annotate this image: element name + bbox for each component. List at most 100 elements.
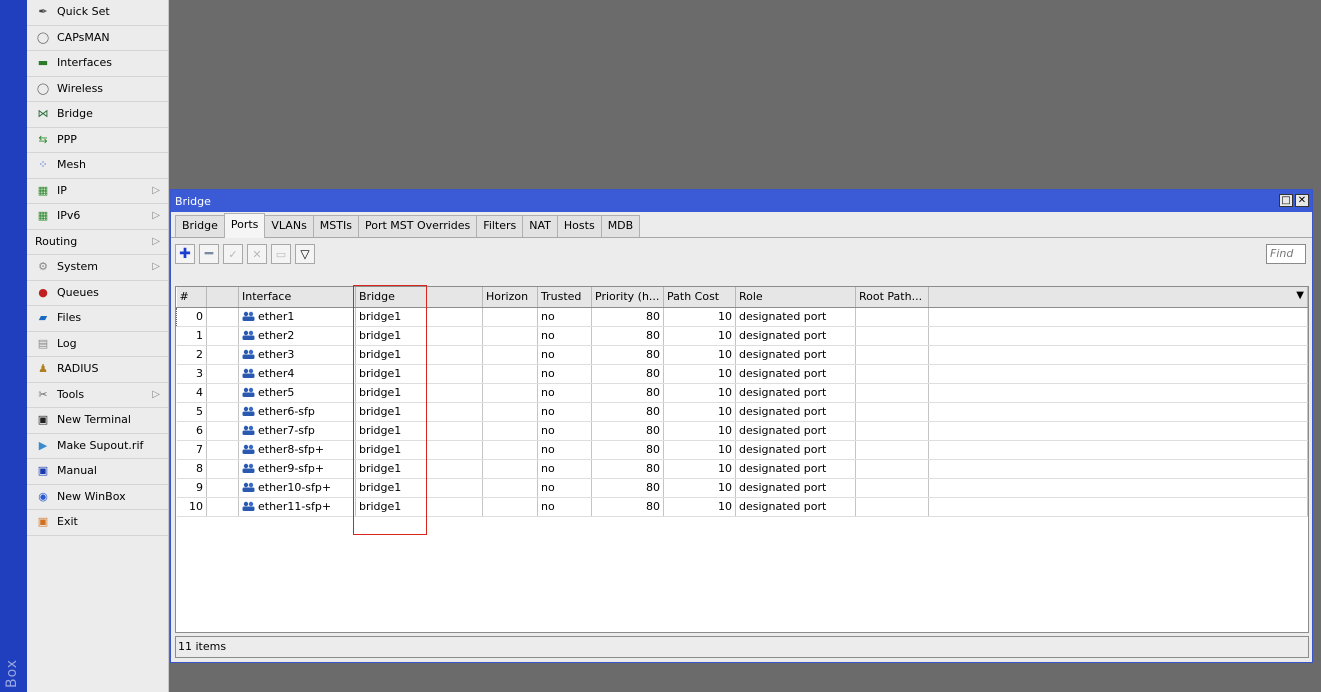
tab-ports[interactable]: Ports [223, 213, 266, 238]
sidebar-item-system[interactable]: ⚙ System ▷ [27, 255, 168, 281]
filter-button[interactable]: ▽ [295, 244, 315, 264]
cell-bridge: bridge1 [355, 326, 483, 346]
sidebar-item-quick-set[interactable]: ✒ Quick Set [27, 0, 168, 26]
cell-trusted: no [537, 478, 592, 498]
maximize-button[interactable]: □ [1279, 194, 1293, 207]
cell-priority: 80 [591, 421, 664, 441]
table-row[interactable]: 9 ether10-sfp+ bridge1 no 80 10 designated por… [176, 478, 1308, 498]
sidebar-item-interfaces[interactable]: ▬ Interfaces [27, 51, 168, 77]
sidebar-item-manual[interactable]: ▣ Manual [27, 459, 168, 485]
window-titlebar[interactable]: Bridge □ ✕ [171, 190, 1312, 212]
cell-horizon [482, 345, 538, 365]
tab-port-mst-overrides[interactable]: Port MST Overrides [357, 215, 478, 237]
remove-button[interactable]: ━ [199, 244, 219, 264]
cell-empty [928, 307, 1308, 327]
cell-priority: 80 [591, 478, 664, 498]
sidebar-item-make-supout-rif[interactable]: ▶ Make Supout.rif [27, 434, 168, 459]
table-row[interactable]: 7 ether8-sfp+ bridge1 no 80 10 designated port [176, 440, 1308, 460]
interface-name: ether3 [258, 348, 295, 361]
tab-bridge[interactable]: Bridge [175, 215, 225, 237]
sidebar-item-bridge[interactable]: ⋈ Bridge [27, 102, 168, 128]
cell-priority: 80 [591, 383, 664, 403]
system-icon: ⚙ [38, 260, 48, 274]
sidebar-item-files[interactable]: ▰ Files [27, 306, 168, 332]
sidebar-item-exit[interactable]: ▣ Exit [27, 510, 168, 536]
sidebar-item-ppp[interactable]: ⇆ PPP [27, 128, 168, 153]
sidebar-item-new-terminal[interactable]: ▣ New Terminal [27, 408, 168, 434]
find-input[interactable]: Find [1266, 244, 1306, 264]
column-header[interactable]: Priority (h... [591, 287, 664, 308]
column-header[interactable]: # [176, 287, 207, 308]
sidebar-item-ipv6[interactable]: ▦ IPv6 ▷ [27, 204, 168, 230]
sidebar-item-routing[interactable]: Routing ▷ [27, 230, 168, 255]
comment-button[interactable]: ▭ [271, 244, 291, 264]
tab-nat[interactable]: NAT [522, 215, 558, 237]
interface-name: ether4 [258, 367, 295, 380]
close-button[interactable]: ✕ [1295, 194, 1309, 207]
sidebar-item-mesh[interactable]: ⁘ Mesh [27, 153, 168, 179]
column-header[interactable]: Bridge [355, 287, 483, 308]
cell-role: designated port [735, 459, 856, 479]
tab-vlans[interactable]: VLANs [264, 215, 314, 237]
cell-empty [206, 383, 239, 403]
tab-bar: Bridge Ports VLANs MSTIs Port MST Overrides F… [171, 212, 1312, 238]
table-row[interactable]: 8 ether9-sfp+ bridge1 no 80 10 designated port [176, 459, 1308, 479]
table-row[interactable]: 6 ether7-sfp bridge1 no 80 10 designated port [176, 421, 1308, 441]
sidebar-item-label: CAPsMAN [57, 30, 110, 44]
enable-button[interactable]: ✓ [223, 244, 243, 264]
cell-path-cost: 10 [663, 383, 736, 403]
ppp-icon: ⇆ [38, 132, 48, 146]
column-header[interactable]: Path Cost [663, 287, 736, 308]
ipv6-icon: ▦ [37, 209, 49, 223]
table-row[interactable]: 10 ether11-sfp+ bridge1 no 80 10 designated po… [176, 497, 1308, 517]
column-dropdown-icon[interactable]: ▼ [1296, 290, 1304, 301]
sidebar-item-new-winbox[interactable]: ◉ New WinBox [27, 485, 168, 510]
column-header[interactable] [206, 287, 239, 308]
cell-root-path [855, 459, 929, 479]
cell-role: designated port [735, 440, 856, 460]
sidebar-item-radius[interactable]: ♟ RADIUS [27, 357, 168, 383]
cell-interface: ether6-sfp [238, 402, 356, 422]
add-button[interactable]: ✚ [175, 244, 195, 264]
sidebar-item-capsman[interactable]: ◯ CAPsMAN [27, 26, 168, 51]
table-row[interactable]: 2 ether3 bridge1 no 80 10 designated port [176, 345, 1308, 365]
cell-horizon [482, 364, 538, 384]
column-header[interactable]: Trusted [537, 287, 592, 308]
sidebar-item-wireless[interactable]: ◯ Wireless [27, 77, 168, 102]
table-row[interactable]: 1 ether2 bridge1 no 80 10 designated port [176, 326, 1308, 346]
cell-horizon [482, 459, 538, 479]
table-row[interactable]: 0 ether1 bridge1 no 80 10 designated port [176, 307, 1308, 327]
column-header[interactable]: Role [735, 287, 856, 308]
sidebar-item-label: Manual [57, 464, 97, 478]
cell-horizon [482, 478, 538, 498]
cell-empty [206, 497, 239, 517]
cell-bridge: bridge1 [355, 497, 483, 517]
cell-root-path [855, 478, 929, 498]
cell-interface: ether4 [238, 364, 356, 384]
cell-bridge: bridge1 [355, 364, 483, 384]
column-header[interactable] [928, 287, 1308, 308]
column-header[interactable]: Interface [238, 287, 356, 308]
tab-filters[interactable]: Filters [476, 215, 524, 237]
cell-horizon [482, 326, 538, 346]
interface-name: ether1 [258, 310, 295, 323]
column-header[interactable]: Root Path... [855, 287, 929, 308]
disable-button[interactable]: ✕ [247, 244, 267, 264]
sidebar-item-queues[interactable]: ● Queues [27, 281, 168, 306]
tab-mstis[interactable]: MSTIs [312, 215, 359, 237]
table-row[interactable]: 5 ether6-sfp bridge1 no 80 10 designated port [176, 402, 1308, 422]
table-row[interactable]: 3 ether4 bridge1 no 80 10 designated port [176, 364, 1308, 384]
cell-root-path [855, 402, 929, 422]
brand-text: Box [4, 658, 20, 688]
column-header[interactable]: Horizon [482, 287, 538, 308]
sidebar-item-log[interactable]: ▤ Log [27, 332, 168, 357]
sidebar-item-tools[interactable]: ✂ Tools ▷ [27, 383, 168, 408]
cell-bridge: bridge1 [355, 307, 483, 327]
cell-path-cost: 10 [663, 326, 736, 346]
tab-hosts[interactable]: Hosts [556, 215, 602, 237]
mesh-icon: ⁘ [38, 158, 48, 172]
tab-mdb[interactable]: MDB [600, 215, 641, 237]
sidebar-item-label: IP [57, 183, 67, 197]
table-row[interactable]: 4 ether5 bridge1 no 80 10 designated port [176, 383, 1308, 403]
sidebar-item-ip[interactable]: ▦ IP ▷ [27, 179, 168, 204]
